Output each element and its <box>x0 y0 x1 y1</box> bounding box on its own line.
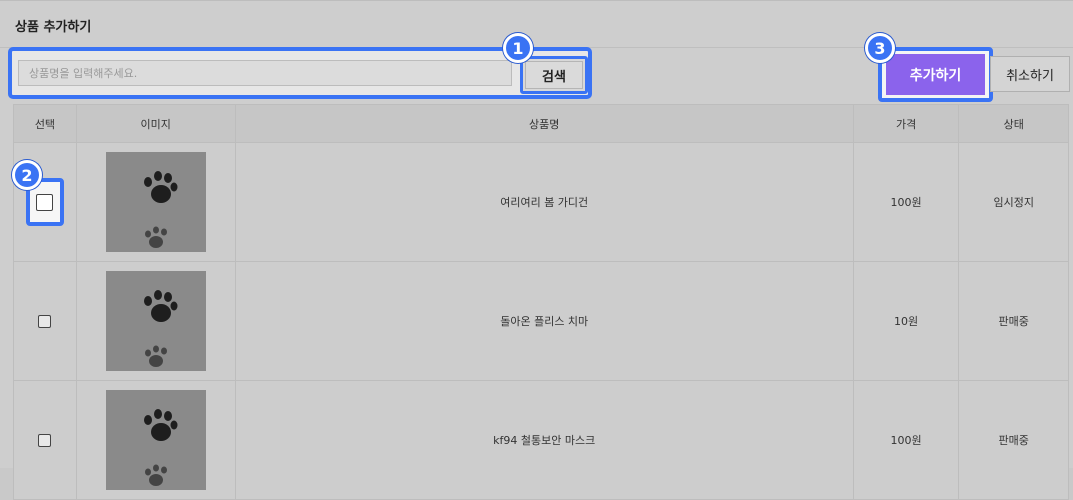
image-cell <box>75 261 236 381</box>
price-cell: 10원 <box>852 261 960 381</box>
select-cell <box>13 380 77 500</box>
add-button[interactable]: 추가하기 <box>886 54 985 95</box>
paw-print-image <box>105 390 206 490</box>
table-row: kf94 철통보안 마스크 100원 판매중 <box>13 380 1069 500</box>
header-image: 이미지 <box>75 104 236 143</box>
image-cell <box>75 380 236 500</box>
search-button-highlight[interactable]: 검색 <box>520 56 588 94</box>
row-checkbox[interactable] <box>38 314 52 328</box>
page-title: 상품 추가하기 <box>15 20 92 35</box>
header-price: 가격 <box>852 104 960 143</box>
table-row: 여리여리 봄 가디건 100원 임시정지 <box>13 142 1069 262</box>
header-select: 선택 <box>13 104 77 143</box>
select-cell <box>13 261 77 381</box>
search-button[interactable]: 검색 <box>525 61 583 89</box>
product-name-cell: 돌아온 플리스 치마 <box>234 261 854 381</box>
header-name: 상품명 <box>234 104 854 143</box>
price-cell: 100원 <box>852 142 960 262</box>
step-3-badge: 3 <box>865 33 895 63</box>
step-1-badge: 1 <box>503 33 533 63</box>
status-cell: 임시정지 <box>958 142 1069 262</box>
add-button-highlight[interactable]: 추가하기 <box>878 47 993 102</box>
table-row: 돌아온 플리스 치마 10원 판매중 <box>13 261 1069 381</box>
header-status: 상태 <box>958 104 1069 143</box>
row-checkbox[interactable] <box>38 433 52 447</box>
status-cell: 판매중 <box>958 380 1069 500</box>
paw-print-image <box>105 271 206 371</box>
search-input[interactable] <box>18 60 512 86</box>
table-header-row: 선택 이미지 상품명 가격 상태 <box>13 104 1069 143</box>
product-table: 선택 이미지 상품명 가격 상태 여리여리 봄 가디건 100원 임시정지 돌아… <box>13 104 1069 500</box>
paw-print-image <box>105 152 206 252</box>
cancel-button[interactable]: 취소하기 <box>990 56 1070 92</box>
step-2-badge: 2 <box>12 160 42 190</box>
image-cell <box>75 142 236 262</box>
add-product-panel: 상품 추가하기 검색 추가하기 취소하기 선택 이미지 상품명 가격 상태 <box>0 0 1073 500</box>
row-checkbox[interactable] <box>36 193 54 211</box>
product-name-cell: kf94 철통보안 마스크 <box>234 380 854 500</box>
price-cell: 100원 <box>852 380 960 500</box>
status-cell: 판매중 <box>958 261 1069 381</box>
product-name-cell: 여리여리 봄 가디건 <box>234 142 854 262</box>
